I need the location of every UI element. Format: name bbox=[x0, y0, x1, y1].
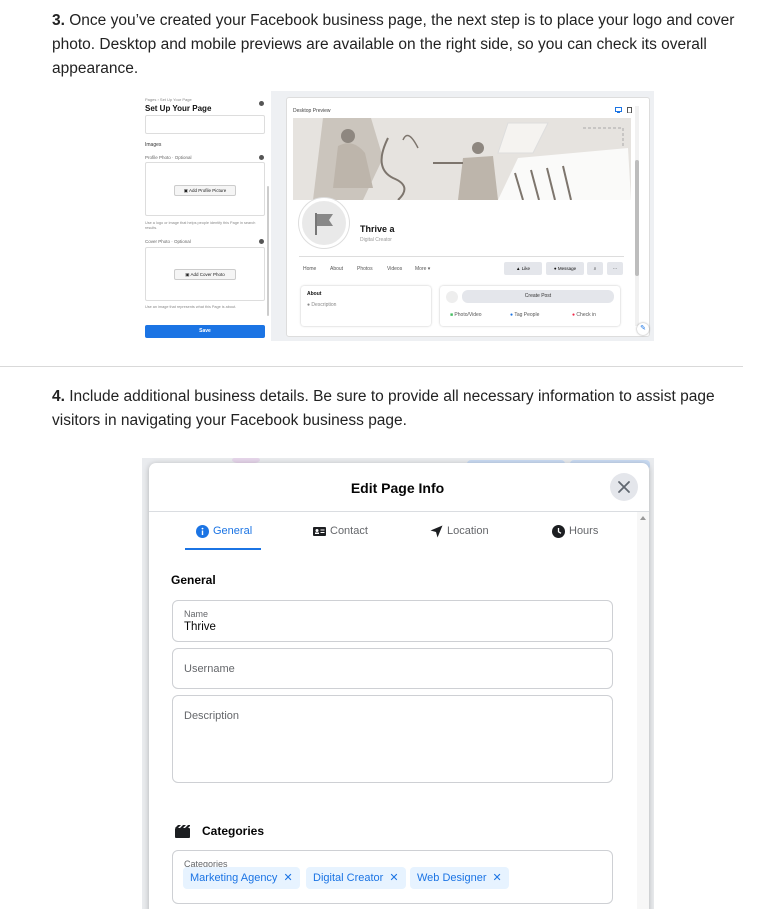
step-3-body: Once you’ve created your Facebook busine… bbox=[52, 12, 735, 77]
edit-icon[interactable]: ✎ bbox=[637, 323, 649, 335]
profile-help-text: Use a logo or image that helps people id… bbox=[145, 221, 256, 230]
scrollbar[interactable] bbox=[637, 512, 649, 909]
step-3-number: 3. bbox=[52, 12, 65, 29]
photo-video-button[interactable]: ■ Photo/Video bbox=[450, 312, 482, 318]
step-4-text: 4. Include additional business details. … bbox=[52, 385, 742, 433]
profile-picture-placeholder[interactable] bbox=[299, 198, 349, 248]
step-4-body: Include additional business details. Be … bbox=[52, 388, 715, 429]
remove-chip-icon[interactable]: ✕ bbox=[389, 872, 398, 884]
info-icon[interactable] bbox=[259, 239, 264, 244]
category-chip-web-designer[interactable]: Web Designer ✕ bbox=[410, 867, 509, 889]
tab-general[interactable]: General bbox=[196, 519, 252, 543]
search-icon: ⌕ bbox=[593, 266, 597, 271]
location-arrow-icon bbox=[430, 525, 443, 537]
ellipsis-icon: ··· bbox=[612, 266, 618, 271]
categories-header: Categories bbox=[175, 824, 264, 838]
contact-card-icon bbox=[313, 526, 326, 536]
desktop-icon[interactable] bbox=[615, 107, 622, 113]
active-tab-indicator bbox=[185, 548, 261, 550]
info-icon[interactable] bbox=[259, 101, 264, 106]
nav-home[interactable]: Home bbox=[303, 266, 316, 272]
edit-page-info-dialog: Edit Page Info General Contact Location … bbox=[149, 463, 649, 909]
edit-page-info-screenshot: Edit Page Info General Contact Location … bbox=[142, 458, 654, 909]
page-name: Thrive a bbox=[360, 224, 395, 234]
preview-title: Desktop Preview bbox=[293, 108, 331, 114]
more-options-button[interactable]: ··· bbox=[607, 262, 623, 275]
message-button[interactable]: ● Message bbox=[546, 262, 584, 275]
clock-icon bbox=[552, 524, 565, 538]
header-divider bbox=[149, 511, 649, 512]
tag-people-button[interactable]: ● Tag People bbox=[510, 312, 539, 318]
close-icon bbox=[618, 481, 630, 493]
preview-scrollbar-thumb[interactable] bbox=[635, 160, 639, 276]
mobile-icon[interactable] bbox=[626, 107, 633, 113]
cover-photo-label: Cover Photo · Optional bbox=[145, 239, 191, 244]
page-category: Digital Creator bbox=[360, 237, 392, 243]
scroll-up-arrow-icon[interactable] bbox=[640, 516, 646, 520]
tab-location[interactable]: Location bbox=[430, 519, 489, 543]
about-card: About ● Description bbox=[301, 286, 431, 326]
flag-icon bbox=[315, 213, 333, 235]
profile-photo-label: Profile Photo · Optional bbox=[145, 155, 192, 160]
nav-more[interactable]: More ▾ bbox=[415, 266, 430, 272]
nav-photos[interactable]: Photos bbox=[357, 266, 373, 272]
category-chip-marketing-agency[interactable]: Marketing Agency ✕ bbox=[183, 867, 300, 889]
nav-videos[interactable]: Videos bbox=[387, 266, 402, 272]
section-divider bbox=[0, 366, 743, 367]
nav-about[interactable]: About bbox=[330, 266, 343, 272]
description-placeholder: Description bbox=[184, 710, 240, 722]
add-profile-picture-button[interactable]: ▣ Add Profile Picture bbox=[174, 185, 236, 196]
categories-title: Categories bbox=[202, 824, 265, 838]
description-field[interactable]: Description bbox=[172, 695, 613, 783]
setup-panel: Pages › Set Up Your Page Set Up Your Pag… bbox=[140, 91, 271, 341]
name-field[interactable]: Name Thrive bbox=[172, 600, 613, 642]
tab-hours[interactable]: Hours bbox=[552, 519, 598, 543]
check-in-button[interactable]: ● Check in bbox=[572, 312, 596, 318]
info-icon[interactable] bbox=[259, 155, 264, 160]
step-4-number: 4. bbox=[52, 388, 65, 405]
categories-icon bbox=[175, 824, 190, 838]
step-3-text: 3. Once you’ve created your Facebook bus… bbox=[52, 9, 742, 81]
about-title: About bbox=[307, 291, 322, 297]
close-button[interactable] bbox=[610, 473, 638, 501]
avatar bbox=[446, 291, 458, 303]
remove-chip-icon[interactable]: ✕ bbox=[283, 872, 292, 884]
cover-help-text: Use an image that represents what this P… bbox=[145, 305, 237, 309]
images-label: Images bbox=[145, 142, 162, 148]
page-name-input[interactable] bbox=[145, 115, 265, 134]
desktop-preview: Desktop Preview Thrive a Digital Creator… bbox=[286, 97, 650, 337]
remove-chip-icon[interactable]: ✕ bbox=[493, 872, 502, 884]
name-field-label: Name bbox=[184, 609, 209, 619]
like-button[interactable]: ▲ Like bbox=[504, 262, 542, 275]
divider bbox=[299, 256, 624, 257]
name-field-value: Thrive bbox=[184, 621, 216, 633]
category-chip-digital-creator[interactable]: Digital Creator ✕ bbox=[306, 867, 406, 889]
create-post-button[interactable]: Create Post bbox=[462, 290, 614, 303]
breadcrumb[interactable]: Pages › Set Up Your Page bbox=[145, 97, 192, 102]
info-icon bbox=[196, 524, 209, 538]
username-placeholder: Username bbox=[184, 663, 235, 675]
save-button[interactable]: Save bbox=[145, 325, 265, 338]
dialog-title: Edit Page Info bbox=[350, 480, 445, 496]
section-title-general: General bbox=[171, 573, 216, 587]
add-cover-photo-button[interactable]: ▣ Add Cover Photo bbox=[174, 269, 236, 280]
username-field[interactable]: Username bbox=[172, 648, 613, 689]
search-button[interactable]: ⌕ bbox=[587, 262, 603, 275]
about-description: ● Description bbox=[307, 302, 337, 308]
scrollbar[interactable] bbox=[267, 186, 269, 316]
tab-contact[interactable]: Contact bbox=[313, 519, 368, 543]
setup-title: Set Up Your Page bbox=[145, 104, 212, 113]
create-post-card: Create Post ■ Photo/Video ● Tag People ●… bbox=[440, 286, 620, 326]
setup-page-screenshot: Pages › Set Up Your Page Set Up Your Pag… bbox=[140, 91, 654, 341]
cover-photo-illustration bbox=[293, 118, 631, 200]
